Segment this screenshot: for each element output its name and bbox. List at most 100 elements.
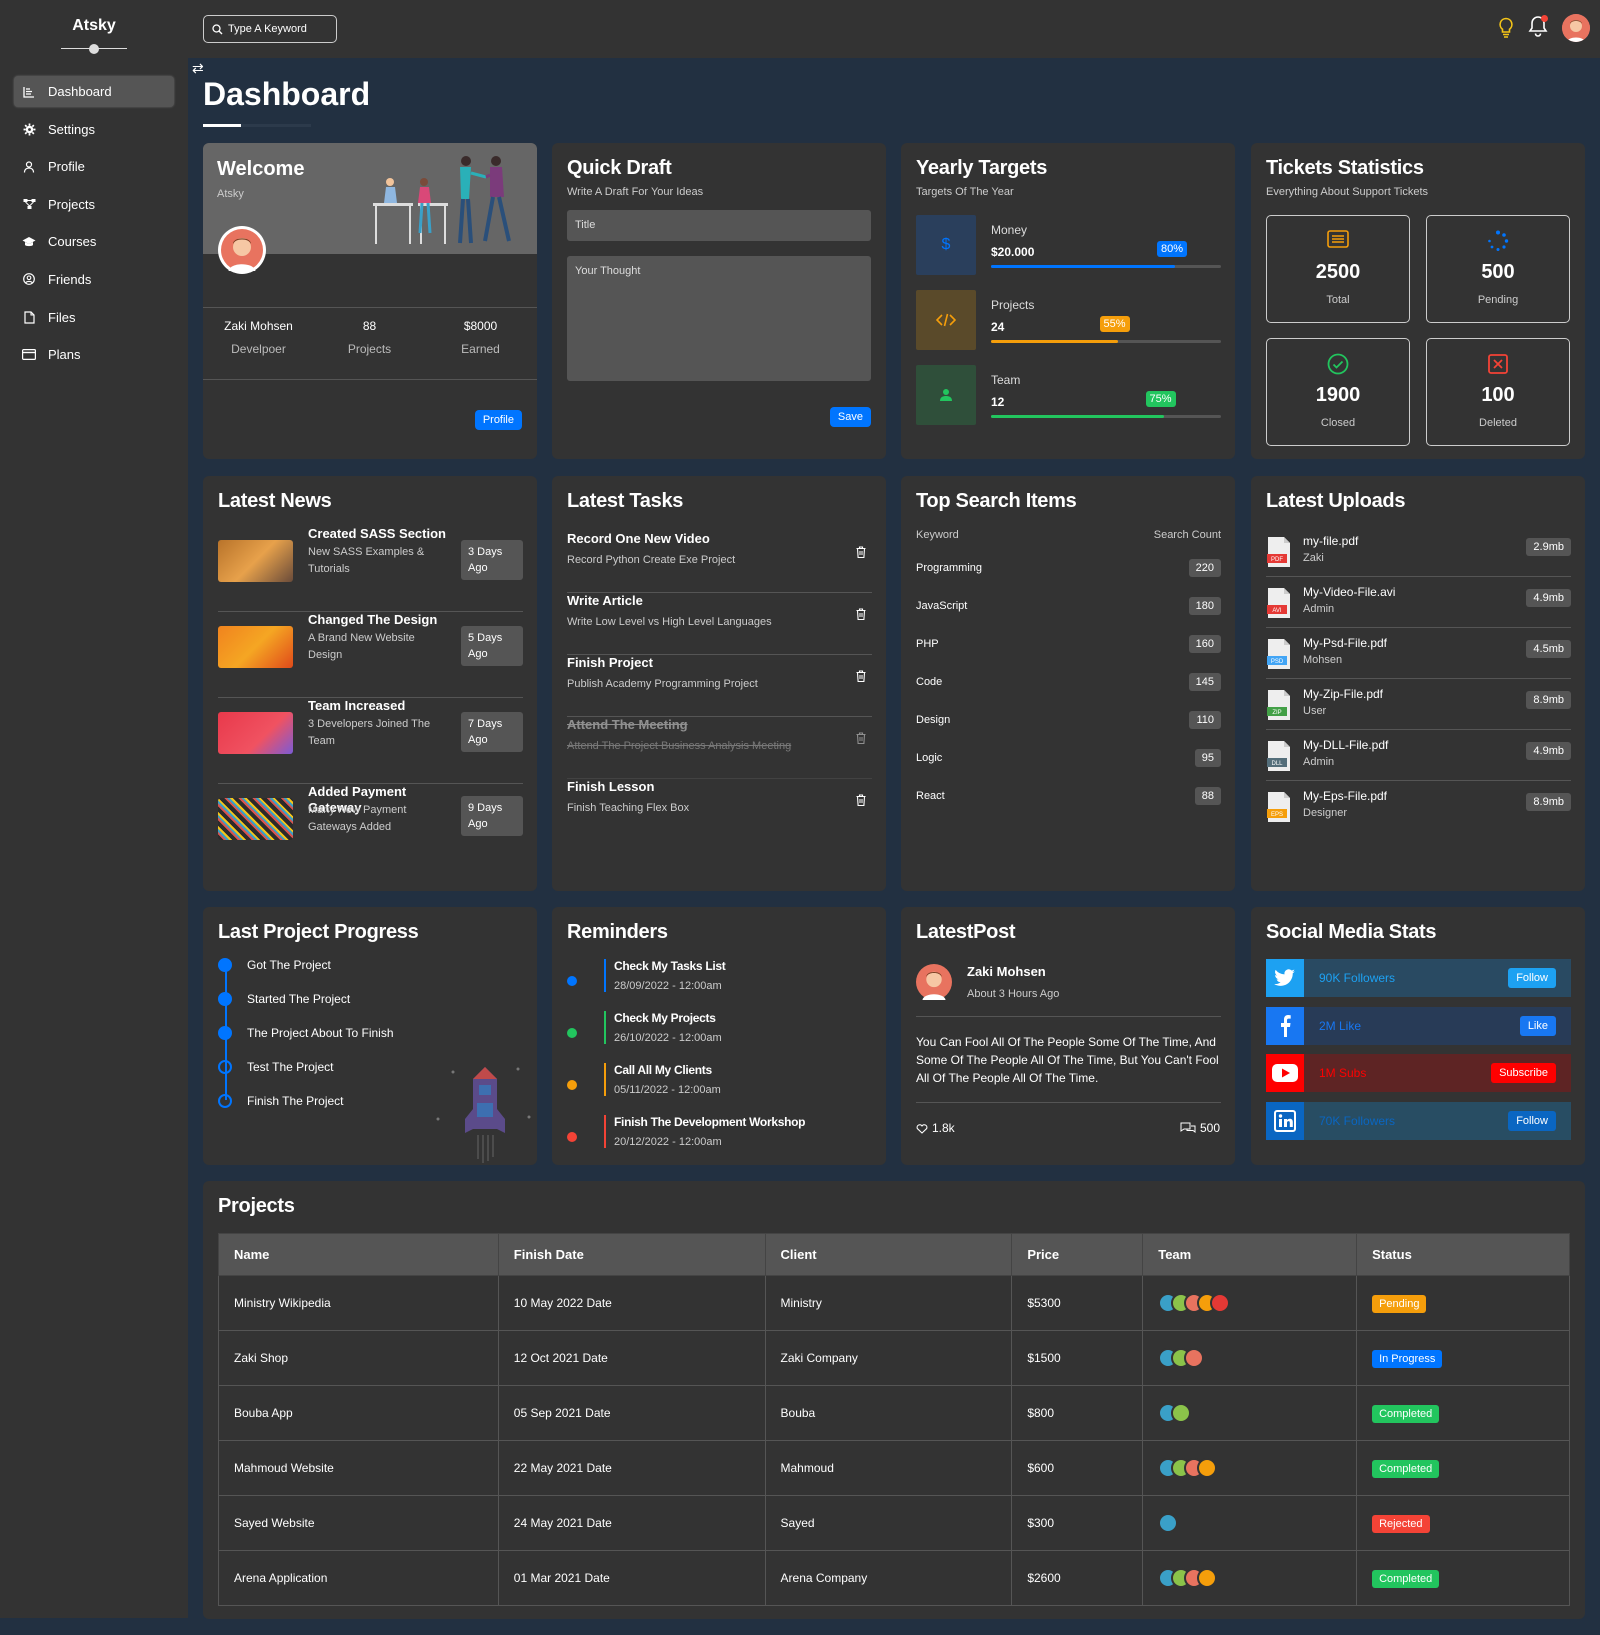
team-avatars: [1158, 1348, 1341, 1368]
file-owner: Admin: [1303, 756, 1335, 768]
sidebar-nav: Dashboard Settings Profile Projects Cour…: [0, 76, 188, 370]
table-row[interactable]: Sayed Website 24 May 2021 Date Sayed $300 Re…: [218, 1495, 1570, 1551]
spinner-icon: [1427, 230, 1569, 257]
sidebar-item-files[interactable]: Files: [14, 302, 174, 333]
social-like-button[interactable]: Like: [1519, 1015, 1556, 1036]
search-input[interactable]: Type A Keyword: [203, 15, 337, 43]
post-likes[interactable]: 1.8k: [916, 1121, 955, 1135]
yearly-targets-subtitle: Targets Of The Year: [916, 186, 1014, 198]
reminder-dot: [567, 1132, 577, 1142]
sidebar-item-dashboard[interactable]: Dashboard: [14, 76, 174, 107]
column-header: Name: [218, 1233, 499, 1276]
upload-item[interactable]: AVI My-Video-File.avi Admin 4.9mb: [1266, 577, 1571, 628]
topbar: Type A Keyword: [188, 0, 1600, 58]
file-pdf-icon: PDF: [1266, 536, 1292, 573]
reminder-dot: [567, 976, 577, 986]
task-item: Finish Project Publish Academy Programmin…: [567, 655, 872, 717]
trash-icon[interactable]: [856, 731, 866, 749]
social-follow-button[interactable]: Follow: [1508, 1110, 1556, 1131]
sidebar-toggle-icon[interactable]: ⇄: [192, 60, 204, 77]
task-title: Attend The Meeting: [567, 717, 688, 732]
table-row[interactable]: Mahmoud Website 22 May 2021 Date Mahmoud $6…: [218, 1440, 1570, 1496]
sidebar: Atsky Dashboard Settings Profile Project…: [0, 0, 188, 1618]
news-item[interactable]: Changed The Design A Brand New Website De…: [218, 612, 523, 698]
sidebar-item-settings[interactable]: Settings: [14, 114, 174, 145]
post-comments[interactable]: 500: [1180, 1121, 1220, 1135]
news-image: [218, 626, 293, 668]
cell-date: 05 Sep 2021 Date: [497, 1385, 766, 1441]
youtube-icon: [1266, 1054, 1304, 1092]
sidebar-item-plans[interactable]: Plans: [14, 339, 174, 370]
notification-bell[interactable]: [1528, 14, 1548, 42]
table-row[interactable]: Ministry Wikipedia 10 May 2022 Date Minist…: [218, 1275, 1570, 1331]
target-value: 24: [991, 320, 1005, 334]
status-badge: Rejected: [1372, 1515, 1430, 1533]
save-button[interactable]: Save: [829, 407, 871, 427]
trash-icon[interactable]: [856, 607, 866, 625]
news-item[interactable]: Created SASS Section New SASS Examples & …: [218, 526, 523, 612]
quick-draft-title: Quick Draft: [567, 157, 672, 179]
upload-item[interactable]: PSD My-Psd-File.pdf Mohsen 4.5mb: [1266, 628, 1571, 679]
search-row: JavaScript 180: [916, 597, 1221, 615]
file-name: My-DLL-File.pdf: [1303, 738, 1389, 752]
reminder-item: Finish The Development Workshop 20/12/202…: [567, 1115, 872, 1163]
draft-title-input[interactable]: Title: [567, 210, 871, 241]
cell-status: Completed: [1356, 1440, 1570, 1496]
upload-item[interactable]: DLL My-DLL-File.pdf Admin 4.9mb: [1266, 730, 1571, 781]
reminder-content: Check My Tasks List 28/09/2022 - 12:00am: [604, 959, 726, 992]
table-row[interactable]: Bouba App 05 Sep 2021 Date Bouba $800 Comple…: [218, 1385, 1570, 1441]
ticket-label: Deleted: [1479, 417, 1517, 429]
draft-body-textarea[interactable]: Your Thought: [567, 256, 871, 381]
search-count: 220: [1188, 559, 1221, 577]
progress-label: 55%: [1099, 316, 1130, 332]
trash-icon[interactable]: [856, 669, 866, 687]
upload-item[interactable]: ZIP My-Zip-File.pdf User 8.9mb: [1266, 679, 1571, 730]
cell-status: Pending: [1356, 1275, 1570, 1331]
top-search-title: Top Search Items: [916, 490, 1077, 512]
sidebar-item-projects[interactable]: Projects: [14, 189, 174, 220]
avatar[interactable]: [1562, 14, 1590, 42]
file-dll-icon: DLL: [1266, 740, 1292, 777]
file-owner: User: [1303, 705, 1327, 717]
cell-team: [1142, 1330, 1358, 1386]
post-author: Zaki Mohsen: [967, 964, 1046, 979]
step-dot: [218, 1060, 232, 1074]
table-row[interactable]: Arena Application 01 Mar 2021 Date Arena C…: [218, 1550, 1570, 1606]
target-value: 12: [991, 395, 1005, 409]
trash-icon[interactable]: [856, 793, 866, 811]
quick-draft-subtitle: Write A Draft For Your Ideas: [567, 186, 704, 198]
social-row: 1M Subs Subscribe: [1266, 1054, 1571, 1092]
lightbulb-icon[interactable]: [1498, 17, 1514, 39]
welcome-stats: Zaki Mohsen Develpoer 88 Projects $8000 Ear…: [203, 319, 537, 356]
social-row: 90K Followers Follow: [1266, 959, 1571, 997]
stat-value: 88: [362, 319, 377, 333]
sidebar-item-courses[interactable]: Courses: [14, 226, 174, 257]
cell-status: Completed: [1356, 1550, 1570, 1606]
trash-icon[interactable]: [856, 545, 866, 563]
profile-button[interactable]: Profile: [474, 410, 522, 430]
cell-name: Mahmoud Website: [218, 1440, 499, 1496]
news-item[interactable]: Team Increased 3 Developers Joined The Te…: [218, 698, 523, 784]
upload-item[interactable]: PDF my-file.pdf Zaki 2.9mb: [1266, 526, 1571, 577]
news-desc: New SASS Examples & Tutorials: [308, 546, 425, 575]
reminder-item: Check My Tasks List 28/09/2022 - 12:00am: [567, 959, 872, 1007]
social-follow-button[interactable]: Follow: [1508, 968, 1556, 988]
step-label: Finish The Project: [247, 1094, 344, 1108]
team-avatars: [1158, 1568, 1341, 1588]
project-progress-title: Last Project Progress: [218, 921, 419, 943]
status-badge: Pending: [1372, 1295, 1427, 1313]
ticket-box-closed: 1900 Closed: [1266, 338, 1410, 446]
step-dot: [218, 1026, 232, 1040]
social-subscribe-button[interactable]: Subscribe: [1491, 1063, 1556, 1083]
table-row[interactable]: Zaki Shop 12 Oct 2021 Date Zaki Company $15…: [218, 1330, 1570, 1386]
cell-name: Arena Application: [218, 1550, 499, 1606]
upload-item[interactable]: EPS My-Eps-File.pdf Designer 8.9mb: [1266, 781, 1571, 832]
welcome-avatar: [218, 226, 266, 274]
news-item[interactable]: Added Payment Gateway Many New Payment Ga…: [218, 784, 523, 870]
sidebar-item-profile[interactable]: Profile: [14, 151, 174, 182]
cell-client: Bouba: [764, 1385, 1013, 1441]
news-desc: A Brand New Website Design: [308, 632, 415, 661]
step-dot: [218, 958, 232, 972]
sidebar-item-friends[interactable]: Friends: [14, 264, 174, 295]
step-label: Got The Project: [247, 958, 331, 972]
